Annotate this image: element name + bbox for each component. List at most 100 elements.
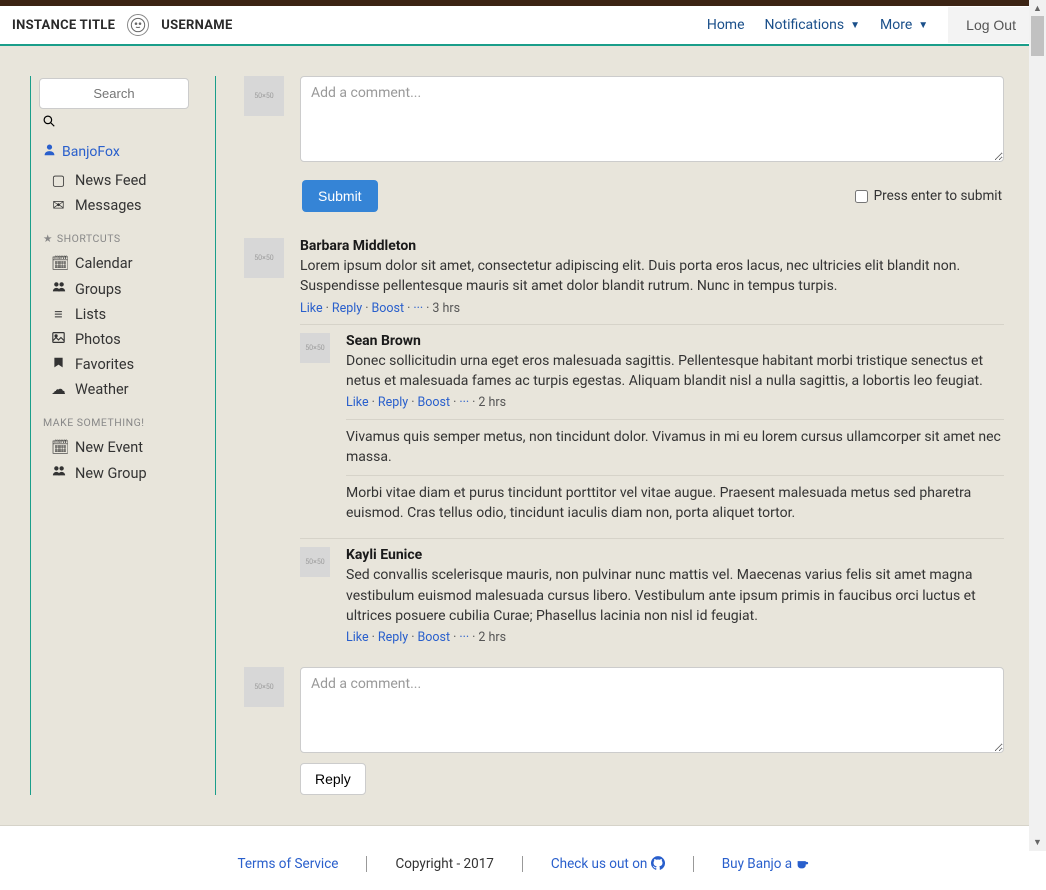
brand: INSTANCE TITLE USERNAME — [12, 14, 233, 36]
sidebar-item-weather[interactable]: ☁ Weather — [39, 377, 207, 402]
avatar: 50×50 — [300, 333, 330, 363]
sidebar-item-groups[interactable]: Groups — [39, 276, 207, 302]
comment-continuation: Vivamus quis semper metus, non tincidunt… — [346, 419, 1004, 475]
sidebar-item-messages[interactable]: ✉ Messages — [39, 193, 207, 218]
like-button[interactable]: Like — [346, 395, 369, 410]
footer-tos[interactable]: Terms of Service — [237, 856, 338, 872]
search-icon[interactable] — [43, 115, 55, 130]
comment-author: Kayli Eunice — [346, 547, 1004, 563]
submit-button[interactable]: Submit — [302, 180, 378, 212]
compose-actions: Submit Press enter to submit — [300, 174, 1004, 230]
avatar: 50×50 — [300, 547, 330, 577]
comment-actions: Like·Reply·Boost·····2 hrs — [346, 630, 1004, 645]
comment-author: Sean Brown — [346, 333, 1004, 349]
replies: 50×50 Sean Brown Donec sollicitudin urna… — [300, 324, 1004, 654]
profile-link[interactable]: BanjoFox — [43, 143, 207, 160]
more-actions[interactable]: ··· — [459, 395, 469, 410]
footer-donate[interactable]: Buy Banjo a — [722, 856, 809, 872]
comment-time: 2 hrs — [478, 395, 506, 410]
content: 50×50 Submit Press enter to submit 50×50… — [244, 76, 1004, 795]
scroll-up-icon[interactable]: ▲ — [1033, 3, 1042, 14]
sidebar-item-new-event[interactable]: 🗓︎ New Event — [39, 435, 207, 460]
star-icon: ★ — [43, 232, 53, 245]
avatar: 50×50 — [244, 238, 284, 278]
sidebar-item-news-feed[interactable]: ▢ News Feed — [39, 168, 207, 193]
logout-button[interactable]: Log Out — [948, 7, 1034, 43]
comment: 50×50 Kayli Eunice Sed convallis sceleri… — [300, 539, 1004, 653]
sidebar-item-favorites[interactable]: Favorites — [39, 352, 207, 377]
reply-button[interactable]: Reply — [378, 630, 408, 645]
scrollbar[interactable]: ▲ ▼ — [1029, 0, 1046, 851]
sidebar-item-photos[interactable]: Photos — [39, 327, 207, 352]
comment-text: Donec sollicitudin urna eget eros malesu… — [346, 351, 1004, 392]
sidebar-item-label: New Event — [75, 439, 143, 456]
news-feed-icon: ▢ — [51, 172, 66, 189]
press-enter-checkbox[interactable] — [855, 190, 868, 203]
user-icon — [43, 143, 56, 160]
boost-button[interactable]: Boost — [417, 395, 450, 410]
press-enter-label: Press enter to submit — [874, 188, 1002, 204]
boost-button[interactable]: Boost — [371, 301, 404, 316]
reply-submit-button[interactable]: Reply — [300, 763, 366, 795]
sidebar-item-label: Lists — [75, 306, 106, 323]
weather-icon: ☁ — [51, 381, 66, 398]
messages-icon: ✉ — [51, 197, 66, 214]
nav-notifications-label: Notifications — [765, 17, 845, 33]
logo-icon — [127, 14, 149, 36]
footer-github[interactable]: Check us out on — [551, 856, 665, 872]
comment: 50×50 Barbara Middleton Lorem ipsum dolo… — [244, 230, 1004, 324]
like-button[interactable]: Like — [300, 301, 323, 316]
calendar-icon: 🗓︎ — [51, 255, 66, 272]
nav-more-label: More — [880, 17, 912, 33]
press-enter-toggle[interactable]: Press enter to submit — [855, 188, 1002, 204]
compose-input[interactable] — [300, 76, 1004, 162]
more-actions[interactable]: ··· — [413, 301, 423, 316]
boost-button[interactable]: Boost — [417, 630, 450, 645]
search-input[interactable] — [39, 78, 189, 109]
sidebar-item-lists[interactable]: ≡ Lists — [39, 302, 207, 327]
sidebar-item-label: Weather — [75, 381, 129, 398]
comment-actions: Like·Reply·Boost·····2 hrs — [346, 395, 1004, 410]
more-actions[interactable]: ··· — [459, 630, 469, 645]
comment-text: Sed convallis scelerisque mauris, non pu… — [346, 565, 1004, 626]
reply-button[interactable]: Reply — [332, 301, 362, 316]
like-button[interactable]: Like — [346, 630, 369, 645]
comment-text: Lorem ipsum dolor sit amet, consectetur … — [300, 256, 1004, 297]
instance-title: INSTANCE TITLE — [12, 18, 115, 33]
comment: 50×50 Sean Brown Donec sollicitudin urna… — [300, 325, 1004, 539]
sidebar-heading-shortcuts: ★ SHORTCUTS — [43, 232, 207, 245]
sidebar-item-label: News Feed — [75, 172, 146, 189]
favorites-icon — [51, 356, 66, 373]
sidebar-item-label: Messages — [75, 197, 142, 214]
nav-notifications[interactable]: Notifications ▼ — [755, 17, 871, 33]
sidebar: BanjoFox ▢ News Feed ✉ Messages ★ SHORTC… — [30, 76, 216, 795]
scroll-down-icon[interactable]: ▼ — [1033, 837, 1042, 848]
comment-actions: Like·Reply·Boost·····3 hrs — [300, 301, 1004, 316]
avatar: 50×50 — [244, 76, 284, 116]
sidebar-item-calendar[interactable]: 🗓︎ Calendar — [39, 251, 207, 276]
chevron-down-icon: ▼ — [918, 20, 928, 31]
nav-home[interactable]: Home — [697, 17, 755, 33]
groups-icon — [51, 280, 66, 298]
chevron-down-icon: ▼ — [850, 20, 860, 31]
footer-copyright: Copyright - 2017 — [395, 856, 493, 872]
sidebar-item-new-group[interactable]: New Group — [39, 460, 207, 486]
scrollbar-thumb[interactable] — [1031, 16, 1044, 56]
photos-icon — [51, 331, 66, 348]
sidebar-item-label: Calendar — [75, 255, 133, 272]
nav-more[interactable]: More ▼ — [870, 17, 938, 33]
reply-row: 50×50 — [244, 653, 1004, 753]
github-icon — [651, 856, 665, 872]
sidebar-item-label: Favorites — [75, 356, 134, 373]
reply-input[interactable] — [300, 667, 1004, 753]
footer: Terms of Service Copyright - 2017 Check … — [0, 825, 1046, 890]
lists-icon: ≡ — [51, 306, 66, 323]
reply-button[interactable]: Reply — [378, 395, 408, 410]
sidebar-item-label: Photos — [75, 331, 121, 348]
profile-name: BanjoFox — [62, 144, 120, 160]
comment-author: Barbara Middleton — [300, 238, 1004, 254]
calendar-icon: 🗓︎ — [51, 439, 66, 456]
header: INSTANCE TITLE USERNAME Home Notificatio… — [0, 6, 1046, 46]
comment-time: 2 hrs — [478, 630, 506, 645]
page-body: BanjoFox ▢ News Feed ✉ Messages ★ SHORTC… — [0, 46, 1046, 825]
